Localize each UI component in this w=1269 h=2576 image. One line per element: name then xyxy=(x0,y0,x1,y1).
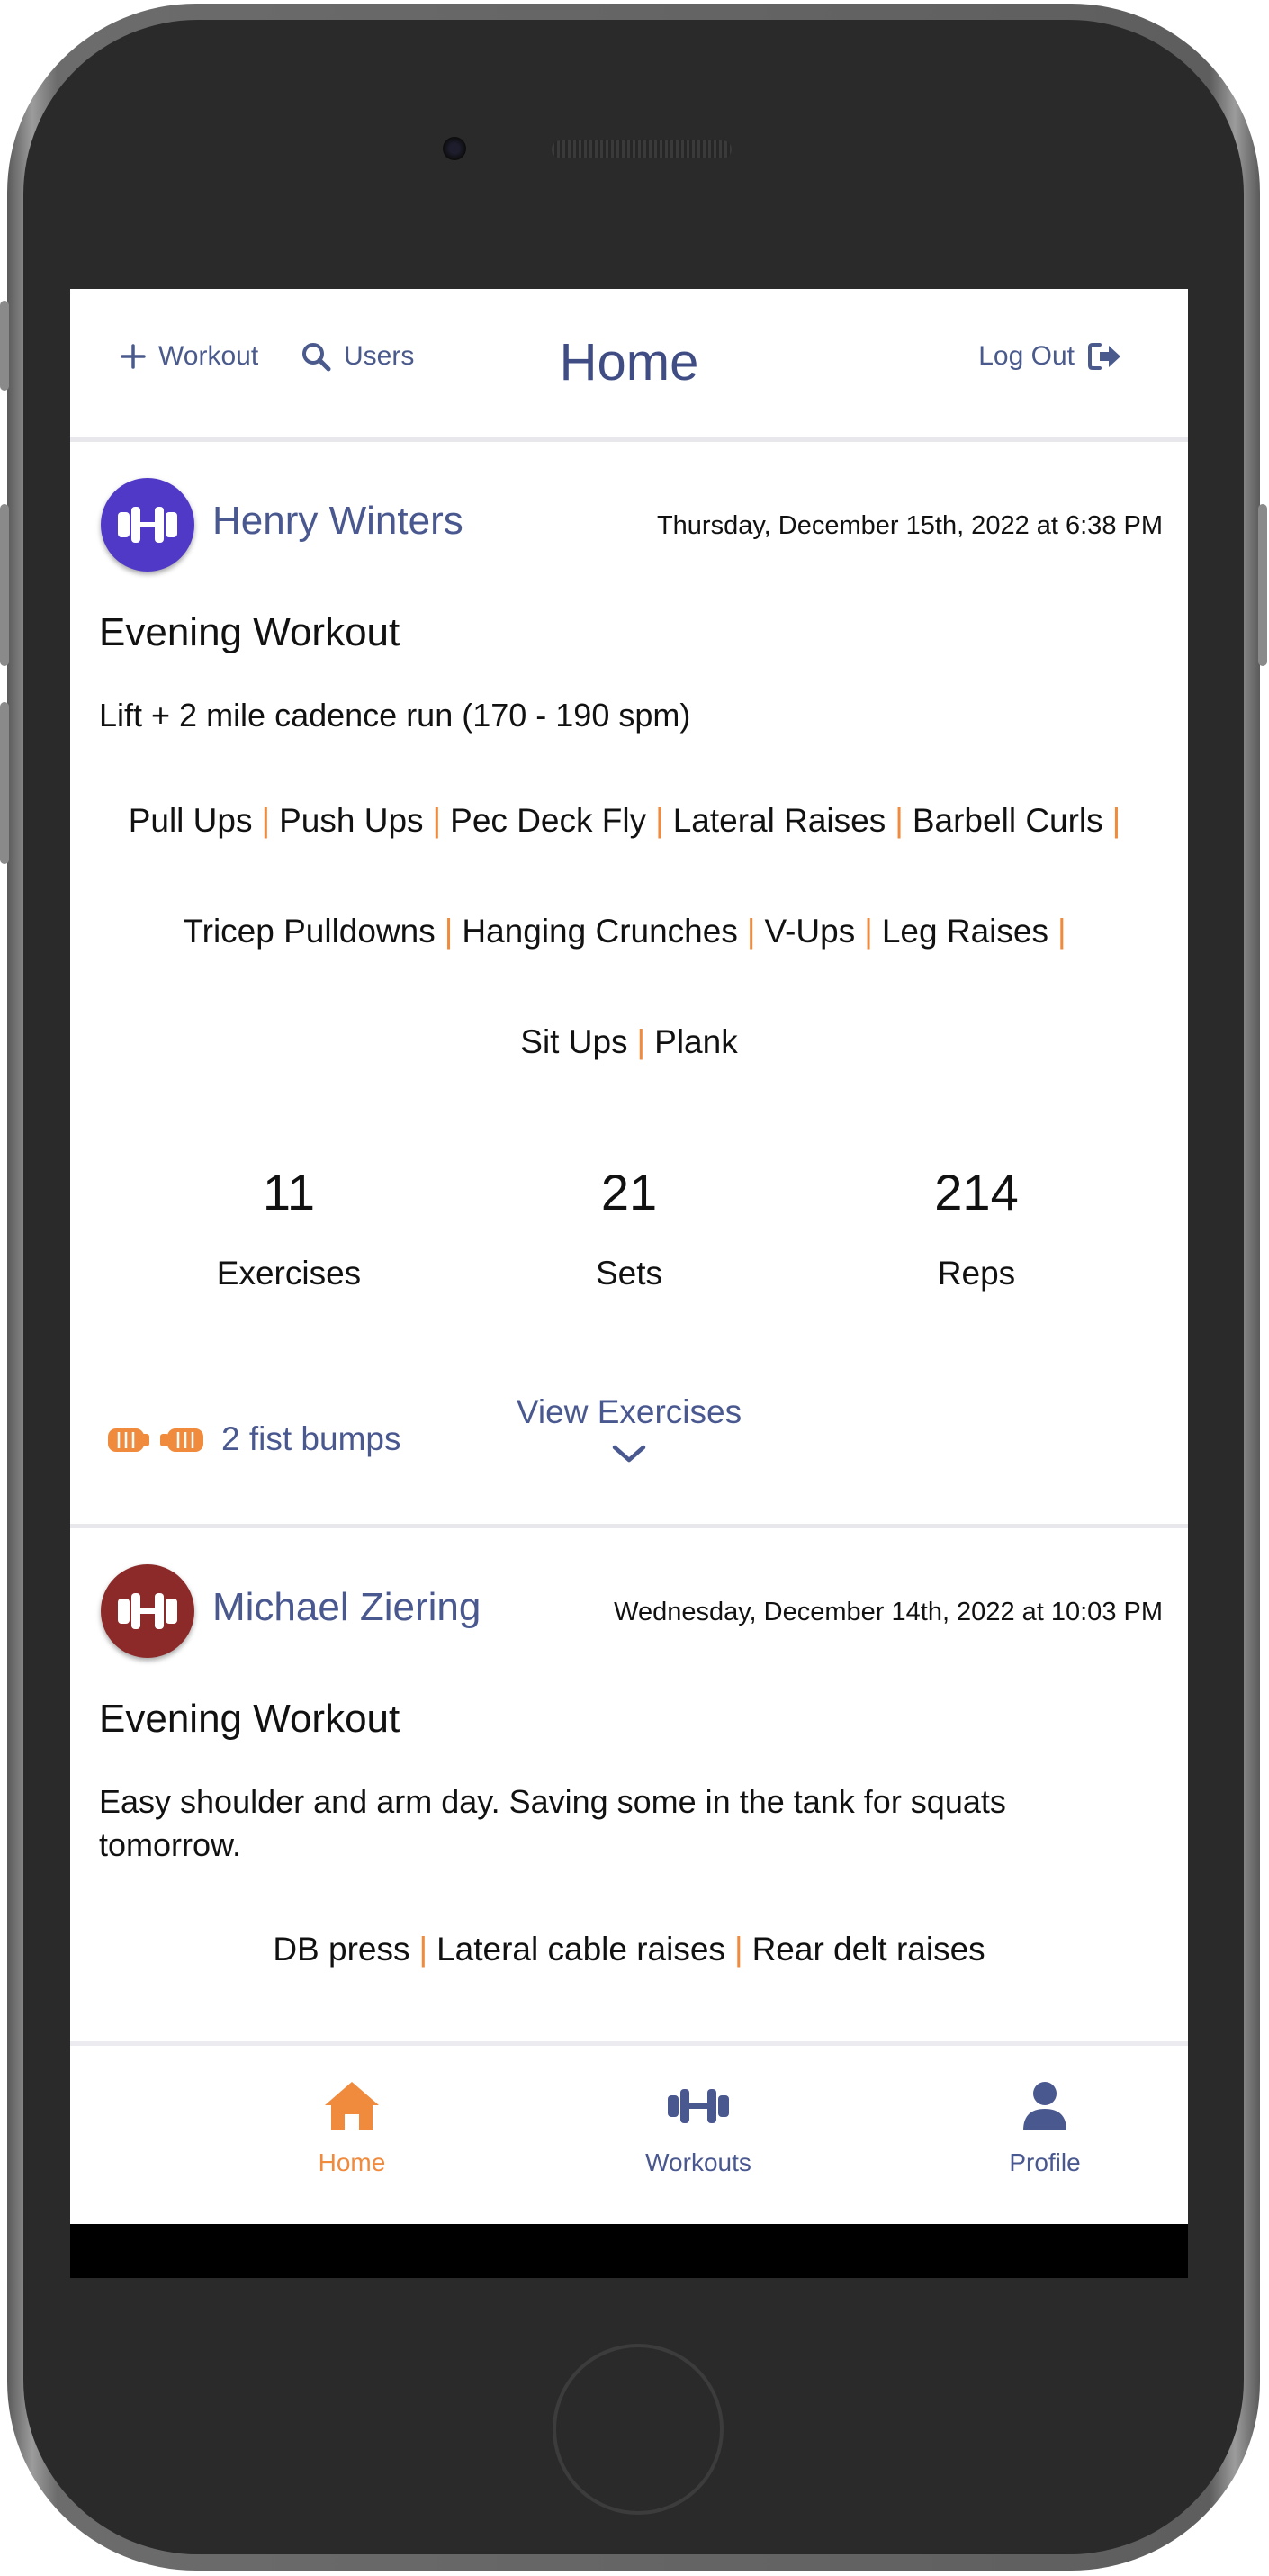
exercise-item: Sit Ups xyxy=(520,1023,628,1060)
exercise-item: Lateral cable raises xyxy=(436,1931,725,1968)
avatar[interactable] xyxy=(101,478,194,572)
hardware-home-button[interactable] xyxy=(553,2344,724,2515)
exercise-item: Leg Raises xyxy=(881,913,1048,950)
bottom-tab-bar: Home Workouts Profile xyxy=(70,2041,1188,2229)
post-username[interactable]: Michael Ziering xyxy=(212,1585,481,1630)
separator: | xyxy=(636,1023,646,1060)
logout-icon xyxy=(1088,343,1120,370)
separator: | xyxy=(1057,913,1066,950)
exercise-list: Tricep Pulldowns | Hanging Crunches | V-Ups |… xyxy=(70,913,1188,950)
separator: | xyxy=(864,913,873,950)
exercise-item: Push Ups xyxy=(279,802,424,839)
exercise-list: DB press | Lateral cable raises | Rear delt … xyxy=(70,1931,1188,1968)
post-title: Evening Workout xyxy=(99,610,400,654)
separator: | xyxy=(734,1931,743,1968)
tab-workouts[interactable]: Workouts xyxy=(563,2080,833,2177)
stat-reps-label: Reps xyxy=(937,1255,1016,1292)
separator: | xyxy=(1112,802,1121,839)
screen-bottom-bar xyxy=(70,2224,1188,2278)
post-title: Evening Workout xyxy=(99,1697,400,1741)
view-exercises-button[interactable]: View Exercises xyxy=(70,1393,1188,1473)
post-date: Thursday, December 15th, 2022 at 6:38 PM xyxy=(656,511,1163,540)
side-button xyxy=(0,301,9,391)
side-button xyxy=(0,504,9,666)
logout-label: Log Out xyxy=(978,341,1075,371)
stat-sets-value: 21 xyxy=(600,1164,658,1220)
dumbbell-icon xyxy=(118,507,177,543)
post-date: Wednesday, December 14th, 2022 at 10:03 … xyxy=(614,1598,1163,1626)
stat-reps-value: 214 xyxy=(934,1164,1019,1220)
side-button xyxy=(0,702,9,864)
exercise-item: Tricep Pulldowns xyxy=(183,913,436,950)
dumbbell-icon xyxy=(118,1593,177,1629)
view-exercises-label: View Exercises xyxy=(516,1393,742,1430)
separator: | xyxy=(655,802,664,839)
dumbbell-icon xyxy=(668,2089,729,2123)
exercise-item: V-Ups xyxy=(764,913,856,950)
separator: | xyxy=(444,913,454,950)
logout-button[interactable]: Log Out xyxy=(978,341,1136,372)
post-description: Easy shoulder and arm day. Saving some i… xyxy=(99,1783,1006,1863)
exercise-item: Hanging Crunches xyxy=(462,913,738,950)
home-icon xyxy=(325,2082,379,2130)
exercise-item: DB press xyxy=(273,1931,410,1968)
exercise-item: Barbell Curls xyxy=(912,802,1103,839)
post-description: Lift + 2 mile cadence run (170 - 190 spm… xyxy=(99,697,691,734)
app-screen: Workout Users Home Log Out Henry Winters… xyxy=(70,289,1188,2278)
chevron-down-icon xyxy=(612,1445,646,1463)
tab-home[interactable]: Home xyxy=(217,2080,487,2177)
exercise-item: Rear delt raises xyxy=(752,1931,986,1968)
tab-profile-label: Profile xyxy=(1009,2148,1081,2176)
exercise-list: Pull Ups | Push Ups | Pec Deck Fly | Lateral R… xyxy=(70,802,1188,840)
exercise-item: Pull Ups xyxy=(128,802,253,839)
workout-post: Michael Ziering Wednesday, December 14th… xyxy=(70,1528,1188,2041)
exercise-item: Plank xyxy=(654,1023,738,1060)
front-camera xyxy=(443,137,466,160)
separator: | xyxy=(746,913,756,950)
exercise-list: Sit Ups | Plank xyxy=(70,1023,1188,1061)
side-button xyxy=(1258,504,1267,666)
separator: | xyxy=(432,802,442,839)
tab-home-label: Home xyxy=(318,2148,386,2176)
exercise-item: Pec Deck Fly xyxy=(450,802,647,839)
tab-workouts-label: Workouts xyxy=(645,2148,752,2176)
separator: | xyxy=(895,802,904,839)
tab-profile[interactable]: Profile xyxy=(910,2080,1180,2177)
top-header: Workout Users Home Log Out xyxy=(70,289,1188,442)
separator: | xyxy=(261,802,271,839)
avatar[interactable] xyxy=(101,1564,194,1658)
stat-sets-label: Sets xyxy=(595,1255,663,1292)
speaker-grille xyxy=(552,140,732,158)
separator: | xyxy=(418,1931,428,1968)
stat-exercises-label: Exercises xyxy=(216,1255,362,1292)
exercise-item: Lateral Raises xyxy=(672,802,886,839)
post-username[interactable]: Henry Winters xyxy=(212,499,464,544)
workout-post: Henry Winters Thursday, December 15th, 2… xyxy=(70,442,1188,1463)
stat-exercises-value: 11 xyxy=(262,1164,316,1220)
user-icon xyxy=(1023,2082,1066,2130)
